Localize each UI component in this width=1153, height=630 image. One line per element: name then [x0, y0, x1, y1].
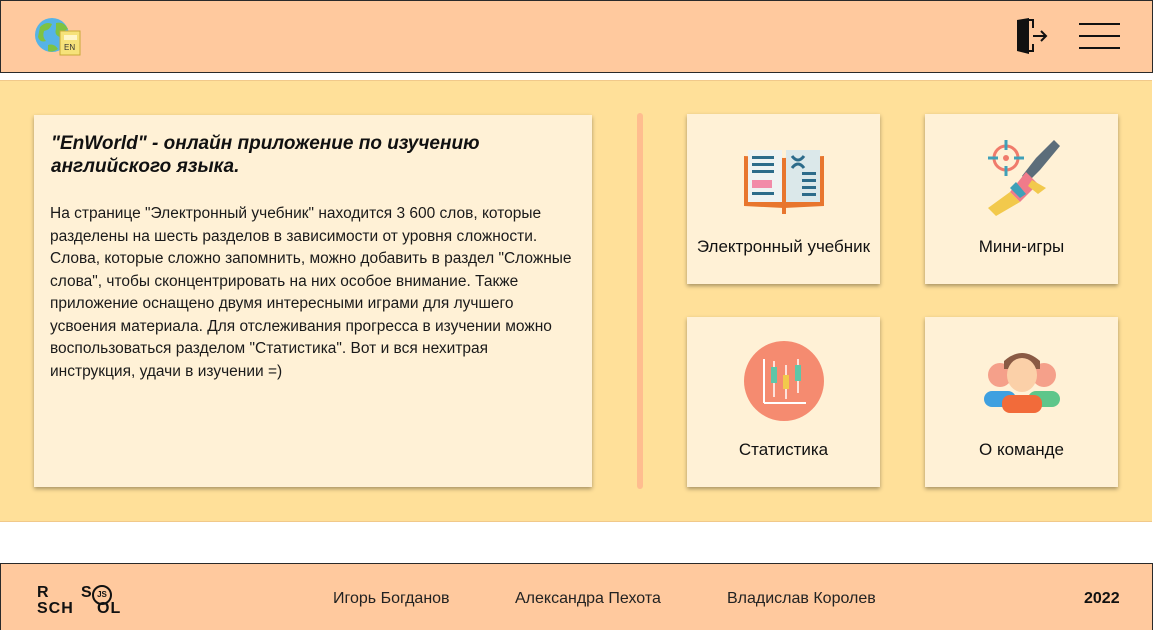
logo-letter: R — [37, 584, 50, 601]
author-link[interactable]: Александра Пехота — [515, 590, 661, 608]
tile-label: Мини-игры — [978, 237, 1065, 256]
info-card: "EnWorld" - онлайн приложение по изучени… — [34, 115, 592, 487]
svg-text:EN: EN — [64, 43, 75, 52]
tile-label: О команде — [979, 440, 1064, 459]
main-section: "EnWorld" - онлайн приложение по изучени… — [0, 80, 1152, 522]
logo-letter: SCH — [37, 600, 74, 617]
tile-mini-games[interactable]: Мини-игры — [925, 114, 1118, 284]
info-title: "EnWorld" - онлайн приложение по изучени… — [51, 133, 480, 177]
footer: R S SCH OL JS Игорь Богданов Александра … — [0, 563, 1153, 630]
app-logo-icon[interactable]: EN — [34, 15, 82, 57]
tile-label: Электронный учебник — [696, 237, 871, 256]
logo-js-badge: JS — [92, 585, 112, 605]
header: EN — [0, 0, 1153, 73]
hamburger-menu-button[interactable] — [1079, 23, 1121, 51]
rs-school-logo[interactable]: R S SCH OL JS — [35, 583, 125, 619]
copyright-year: 2022 — [1084, 590, 1120, 607]
tile-textbook[interactable]: Электронный учебник — [687, 114, 880, 284]
open-book-icon — [743, 150, 824, 214]
menu-line — [1079, 35, 1120, 37]
tile-statistics[interactable]: Статистика — [687, 317, 880, 487]
tile-about-team[interactable]: О команде — [925, 317, 1118, 487]
tile-label: Статистика — [738, 440, 829, 459]
menu-line — [1079, 23, 1120, 25]
vertical-divider — [637, 113, 643, 489]
statistics-chart-icon — [743, 341, 824, 421]
menu-line — [1079, 47, 1120, 49]
logout-button[interactable] — [1013, 18, 1049, 54]
info-text: На странице "Электронный учебник" находи… — [50, 205, 572, 380]
logout-door-icon — [1017, 18, 1048, 54]
logo-letter: S — [81, 584, 93, 601]
game-gun-target-icon — [987, 140, 1060, 216]
team-people-icon — [983, 353, 1060, 413]
author-link[interactable]: Игорь Богданов — [333, 590, 450, 608]
author-link[interactable]: Владислав Королев — [727, 590, 876, 608]
